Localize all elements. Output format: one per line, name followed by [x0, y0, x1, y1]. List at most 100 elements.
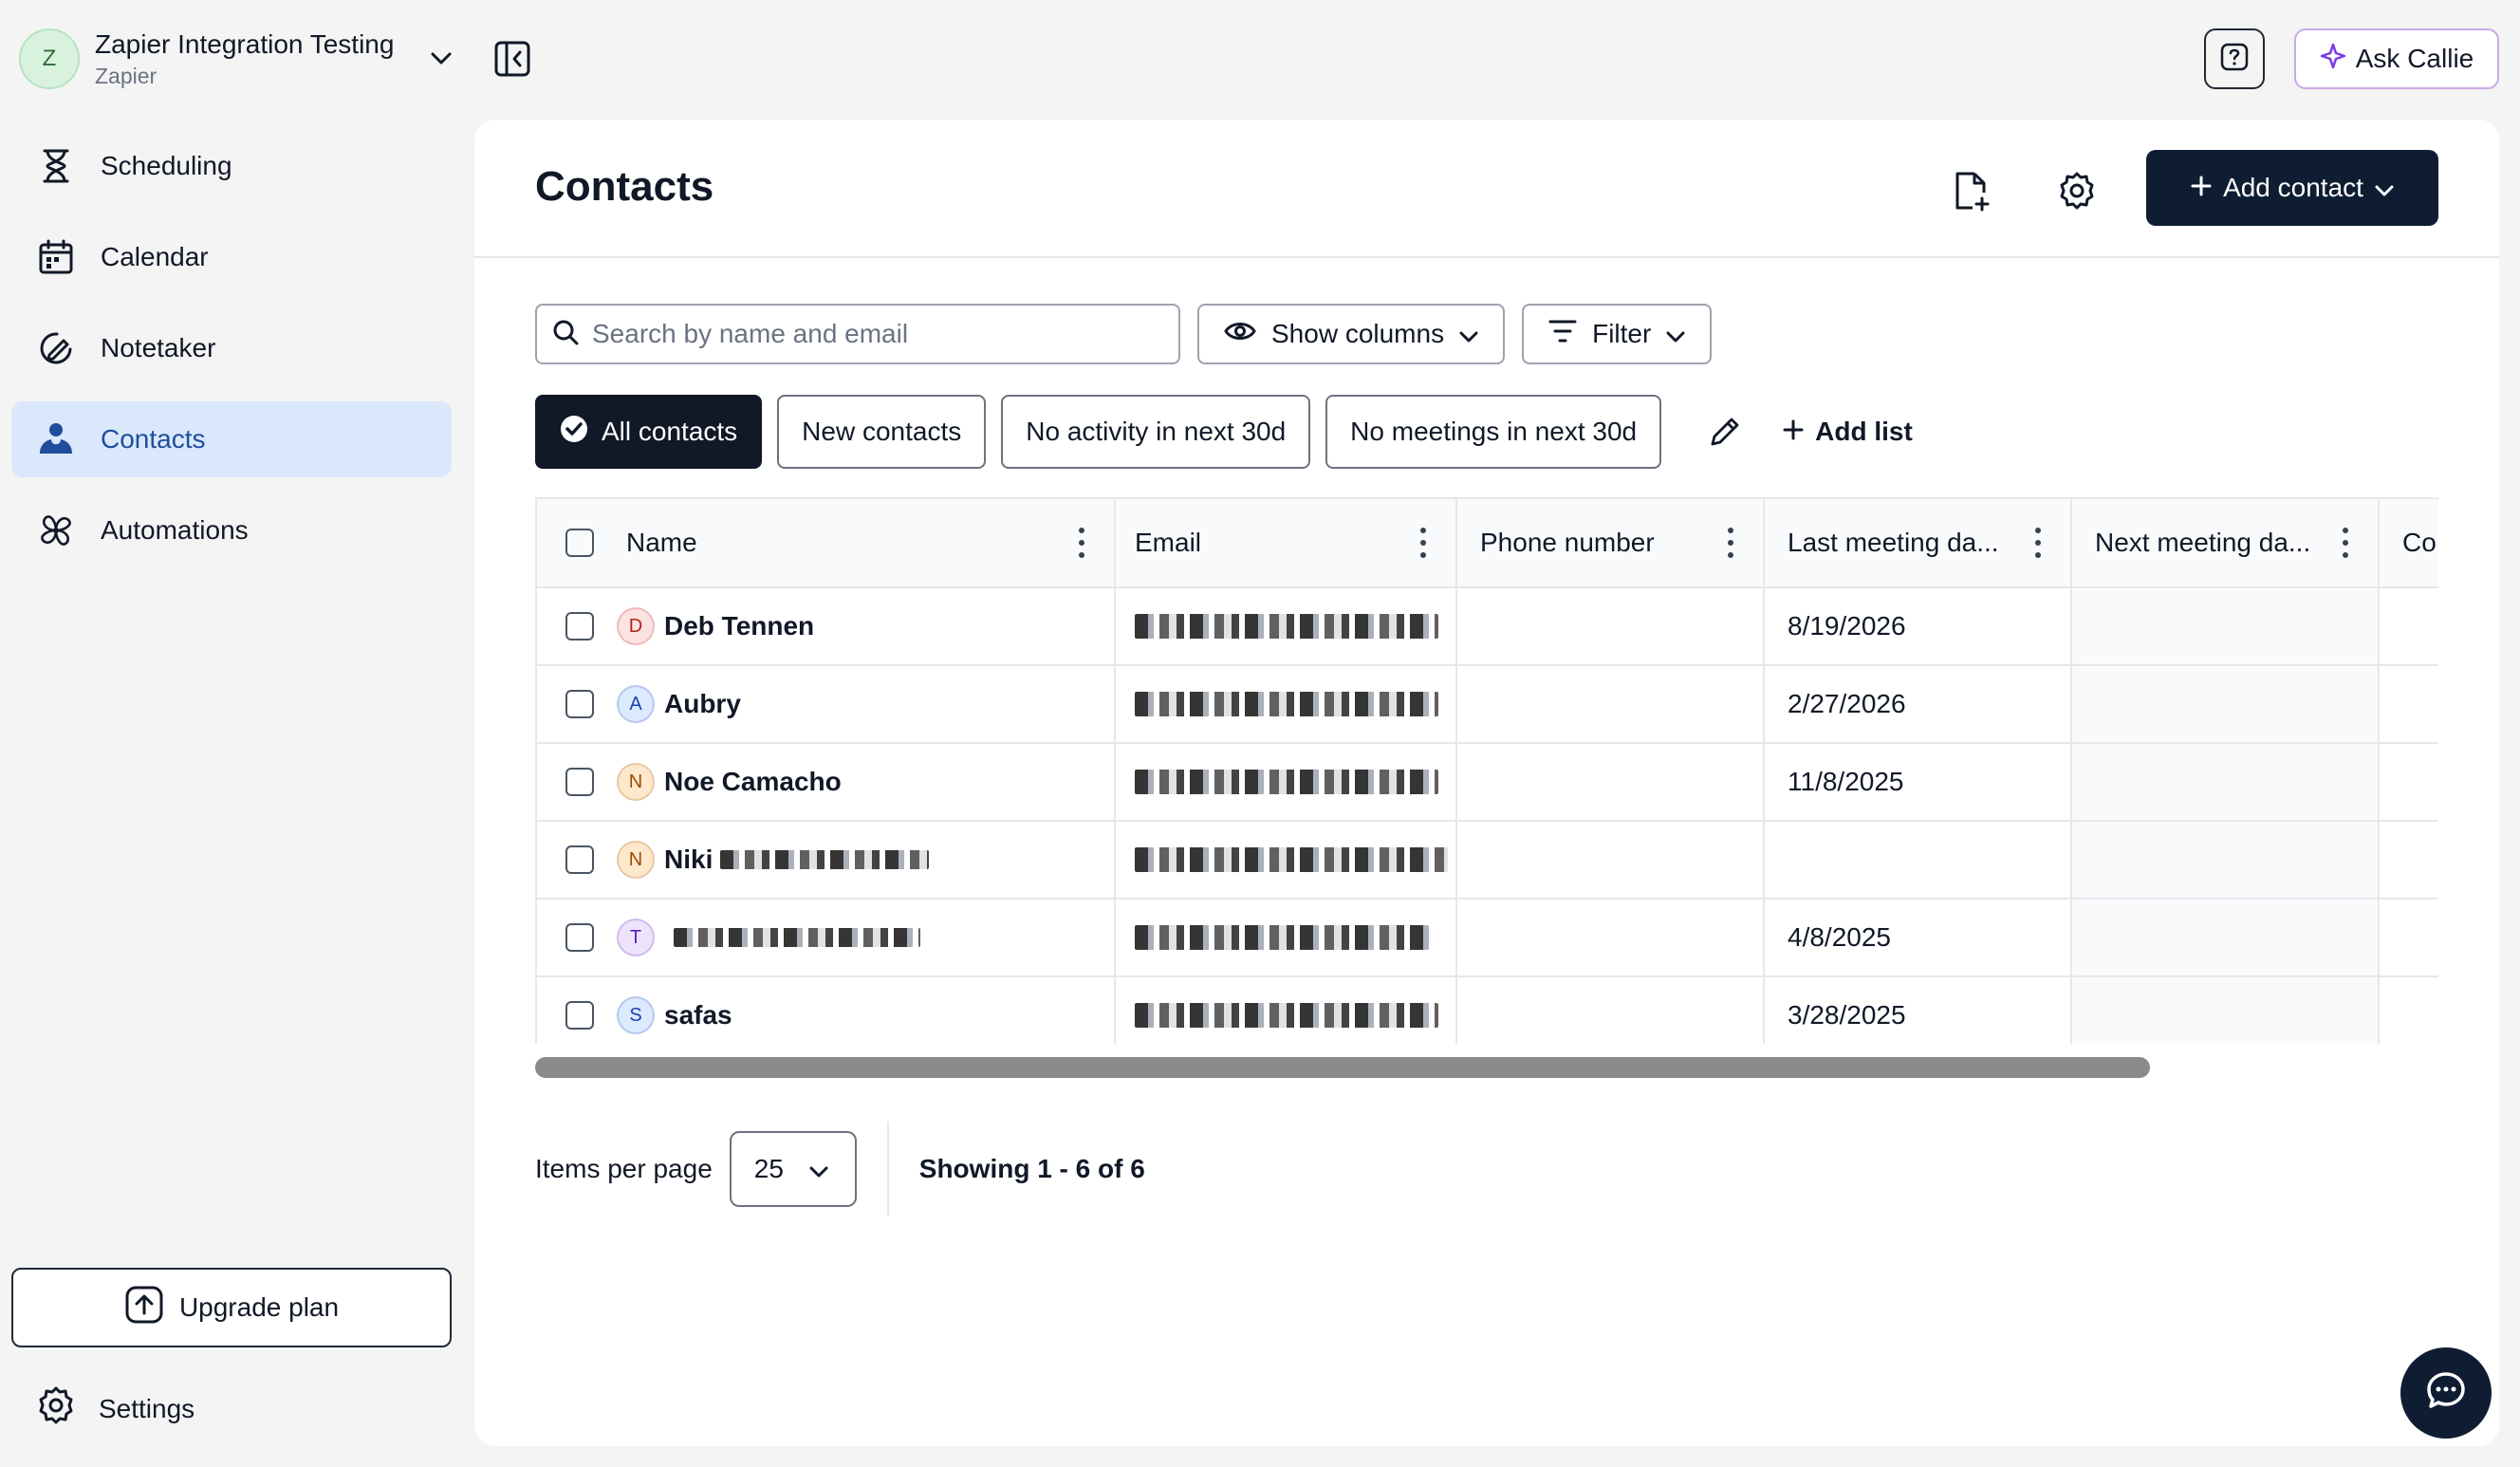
gear-icon — [36, 1385, 76, 1432]
add-contact-button[interactable]: Add contact — [2146, 150, 2438, 226]
contacts-settings-gear-icon[interactable] — [2053, 167, 2101, 214]
table-row[interactable]: N Niki — [537, 822, 2438, 900]
filter-button[interactable]: Filter — [1522, 304, 1713, 364]
show-columns-button[interactable]: Show columns — [1197, 304, 1506, 364]
next-meeting-cell — [2072, 744, 2380, 820]
ask-callie-label: Ask Callie — [2355, 44, 2474, 73]
email-cell — [1116, 900, 1457, 975]
settings-link[interactable]: Settings — [36, 1385, 195, 1432]
last-meeting-date: 4/8/2025 — [1788, 922, 1891, 952]
sidebar-collapse-icon[interactable] — [493, 40, 531, 78]
items-per-page-select[interactable]: 25 — [729, 1131, 857, 1207]
name-cell[interactable]: N Niki — [537, 822, 1116, 898]
workspace-switcher[interactable]: Z Zapier Integration Testing Zapier — [19, 28, 455, 89]
help-button[interactable] — [2204, 28, 2265, 89]
showing-count: Showing 1 - 6 of 6 — [918, 1154, 1145, 1183]
name-cell[interactable]: D Deb Tennen — [537, 588, 1116, 664]
column-header-phone[interactable]: Phone number — [1457, 499, 1765, 586]
name-cell[interactable]: A Aubry — [537, 666, 1116, 742]
table-row[interactable]: A Aubry 2/27/2026 — [537, 666, 2438, 744]
phone-cell — [1457, 822, 1765, 898]
chevron-down-icon[interactable] — [427, 45, 455, 73]
list-label: No meetings in next 30d — [1350, 417, 1638, 446]
redacted-email — [1135, 1003, 1438, 1028]
name-cell[interactable]: S safas — [537, 977, 1116, 1044]
contact-name: Deb Tennen — [664, 611, 815, 641]
column-menu-icon[interactable] — [1078, 528, 1085, 558]
list-label: New contacts — [802, 417, 962, 446]
next-meeting-cell — [2072, 822, 2380, 898]
edit-pencil-icon[interactable] — [1701, 408, 1749, 455]
table-row[interactable]: N Noe Camacho 11/8/2025 — [537, 744, 2438, 822]
column-menu-icon[interactable] — [2342, 528, 2349, 558]
column-header-company[interactable]: Co — [2380, 499, 2438, 586]
email-cell — [1116, 666, 1457, 742]
row-checkbox[interactable] — [565, 612, 594, 641]
plus-icon — [1783, 417, 1804, 447]
workspace-avatar: Z — [19, 28, 80, 89]
phone-cell — [1457, 588, 1765, 664]
list-all-contacts[interactable]: All contacts — [535, 395, 763, 469]
column-menu-icon[interactable] — [1419, 528, 1427, 558]
page-title: Contacts — [535, 163, 714, 210]
upgrade-plan-button[interactable]: Upgrade plan — [11, 1268, 452, 1347]
avatar: A — [617, 685, 655, 723]
sidebar-item-calendar[interactable]: Calendar — [11, 219, 452, 295]
list-no-activity[interactable]: No activity in next 30d — [1001, 395, 1311, 469]
row-checkbox[interactable] — [565, 923, 594, 952]
horizontal-scrollbar[interactable] — [535, 1057, 2150, 1078]
column-label: Email — [1135, 528, 1202, 557]
ask-callie-button[interactable]: Ask Callie — [2294, 28, 2499, 89]
column-label: Co — [2402, 528, 2437, 557]
select-all-checkbox[interactable] — [565, 529, 594, 557]
search-icon — [552, 319, 579, 350]
row-checkbox[interactable] — [565, 690, 594, 718]
row-checkbox[interactable] — [565, 845, 594, 874]
column-menu-icon[interactable] — [2034, 528, 2042, 558]
company-cell — [2380, 822, 2438, 898]
last-meeting-cell: 8/19/2026 — [1765, 588, 2072, 664]
sidebar-item-contacts[interactable]: Contacts — [11, 401, 452, 477]
email-cell — [1116, 977, 1457, 1044]
next-meeting-cell — [2072, 977, 2380, 1044]
phone-cell — [1457, 900, 1765, 975]
list-no-meetings[interactable]: No meetings in next 30d — [1325, 395, 1662, 469]
table-row[interactable]: T 4/8/2025 — [537, 900, 2438, 977]
next-meeting-cell — [2072, 666, 2380, 742]
row-checkbox[interactable] — [565, 1001, 594, 1030]
search-input[interactable] — [592, 319, 1123, 349]
last-meeting-date: 11/8/2025 — [1788, 767, 1904, 796]
email-cell — [1116, 744, 1457, 820]
last-meeting-cell: 4/8/2025 — [1765, 900, 2072, 975]
add-list-button[interactable]: Add list — [1783, 417, 1913, 447]
column-menu-icon[interactable] — [1727, 528, 1734, 558]
phone-cell — [1457, 977, 1765, 1044]
company-cell — [2380, 744, 2438, 820]
avatar: N — [617, 763, 655, 801]
redacted-email — [1135, 692, 1438, 716]
column-header-last-meeting[interactable]: Last meeting da... — [1765, 499, 2072, 586]
name-cell[interactable]: N Noe Camacho — [537, 744, 1116, 820]
sidebar-item-automations[interactable]: Automations — [11, 492, 452, 568]
sidebar-item-label: Calendar — [101, 242, 209, 271]
last-meeting-cell: 3/28/2025 — [1765, 977, 2072, 1044]
contact-name: Noe Camacho — [664, 767, 842, 796]
column-header-name[interactable]: Name — [537, 499, 1116, 586]
list-label: No activity in next 30d — [1026, 417, 1287, 446]
sidebar-item-scheduling[interactable]: Scheduling — [11, 128, 452, 204]
column-header-email[interactable]: Email — [1116, 499, 1457, 586]
contacts-icon — [36, 419, 76, 459]
search-field[interactable] — [535, 304, 1180, 364]
list-new-contacts[interactable]: New contacts — [777, 395, 987, 469]
chat-support-button[interactable] — [2400, 1347, 2492, 1439]
table-row[interactable]: D Deb Tennen 8/19/2026 — [537, 588, 2438, 666]
table-row[interactable]: S safas 3/28/2025 — [537, 977, 2438, 1044]
row-checkbox[interactable] — [565, 768, 594, 796]
sidebar-nav: Scheduling Calendar Notetaker Contacts A… — [11, 128, 452, 584]
contact-lists: All contacts New contacts No activity in… — [535, 395, 1913, 469]
export-file-icon[interactable] — [1947, 167, 1994, 214]
column-header-next-meeting[interactable]: Next meeting da... — [2072, 499, 2380, 586]
last-meeting-date: 2/27/2026 — [1788, 689, 1906, 718]
name-cell[interactable]: T — [537, 900, 1116, 975]
sidebar-item-notetaker[interactable]: Notetaker — [11, 310, 452, 386]
